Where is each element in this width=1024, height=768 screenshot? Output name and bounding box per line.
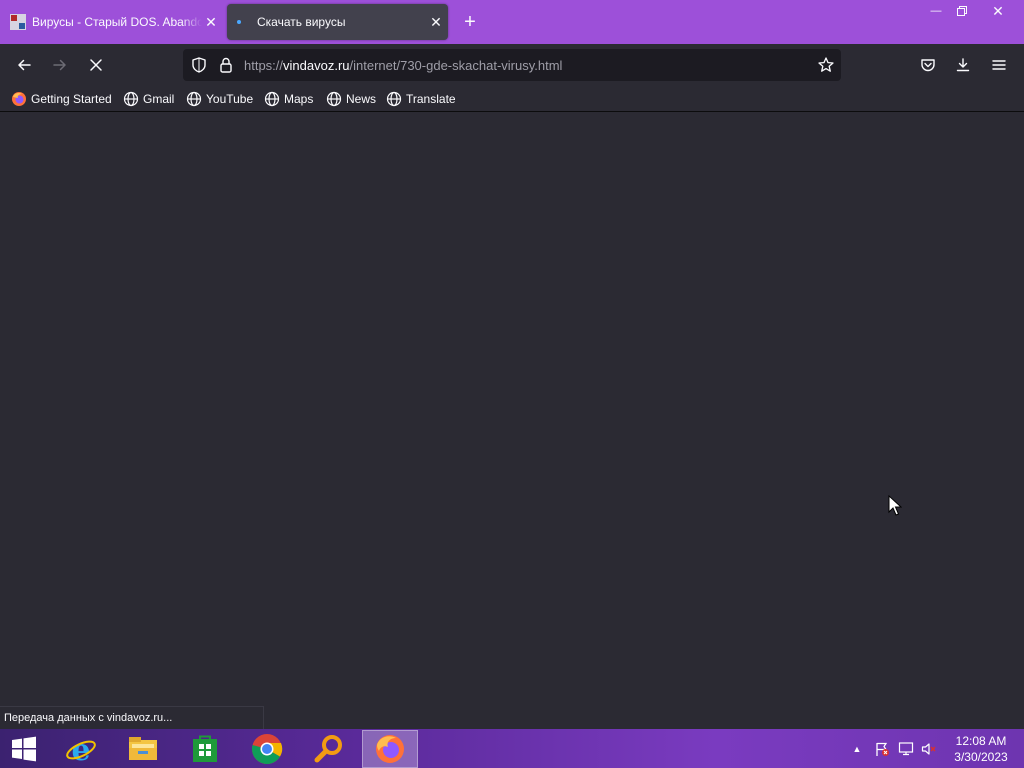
taskbar-file-explorer[interactable] — [115, 730, 171, 768]
globe-icon — [386, 91, 402, 107]
globe-icon — [123, 91, 139, 107]
restore-window-button[interactable] — [944, 0, 980, 22]
forward-button[interactable] — [47, 52, 73, 78]
globe-icon — [264, 91, 280, 107]
address-bar[interactable]: https://vindavoz.ru/internet/730-gde-ska… — [183, 49, 841, 81]
app-menu-button[interactable] — [986, 52, 1012, 78]
bookmark-translate[interactable]: Translate — [386, 90, 456, 108]
new-tab-button[interactable]: + — [460, 12, 480, 32]
bookmark-star-icon[interactable] — [817, 56, 835, 79]
stop-loading-button[interactable] — [83, 52, 109, 78]
tab-strip: Вирусы - Старый DOS. Abandonware ✕ Скача… — [0, 0, 1024, 44]
taskbar-firefox-active[interactable] — [362, 730, 418, 768]
tab-2-active[interactable]: Скачать вирусы ✕ — [227, 4, 448, 40]
site-favicon — [10, 14, 26, 30]
svg-text:e: e — [71, 733, 90, 765]
url-host: vindavoz.ru — [283, 58, 350, 73]
bookmark-label: Translate — [406, 92, 456, 106]
clock-time: 12:08 AM — [955, 734, 1007, 748]
pocket-icon — [921, 59, 935, 72]
action-center-flag-icon[interactable] — [874, 729, 890, 768]
bookmark-label: Maps — [284, 92, 314, 106]
page-content-area[interactable] — [0, 113, 1024, 729]
bookmark-youtube[interactable]: YouTube — [186, 90, 253, 108]
globe-icon — [326, 91, 342, 107]
internet-explorer-icon: e — [66, 733, 96, 765]
bookmark-news[interactable]: News — [326, 90, 376, 108]
url-scheme: https:// — [244, 58, 284, 73]
close-tab-icon[interactable]: ✕ — [204, 15, 218, 29]
url-path: /internet/730-gde-skachat-virusy.html — [349, 58, 563, 73]
close-icon — [90, 59, 102, 71]
taskbar-store[interactable] — [177, 730, 233, 768]
globe-icon — [186, 91, 202, 107]
firefox-icon — [376, 735, 404, 763]
arrow-right-icon — [53, 59, 66, 71]
start-button[interactable] — [0, 730, 48, 768]
firefox-icon — [11, 91, 27, 107]
bookmark-getting-started[interactable]: Getting Started — [11, 90, 112, 108]
show-hidden-icons-button[interactable]: ▲ — [850, 729, 864, 768]
url-text[interactable]: https://vindavoz.ru/internet/730-gde-ska… — [244, 58, 562, 73]
bookmark-maps[interactable]: Maps — [264, 90, 313, 108]
mouse-cursor-icon — [888, 494, 903, 522]
pocket-button[interactable] — [915, 52, 941, 78]
tab-1[interactable]: Вирусы - Старый DOS. Abandonware ✕ — [0, 0, 218, 44]
tab-title: Скачать вирусы — [257, 15, 346, 29]
clock-date: 3/30/2023 — [954, 750, 1008, 764]
folder-icon — [129, 737, 157, 760]
volume-muted-icon[interactable] — [921, 729, 937, 768]
magnifier-icon — [314, 735, 342, 763]
taskbar-chrome[interactable] — [239, 730, 295, 768]
store-icon — [193, 735, 217, 762]
status-panel: Передача данных с vindavoz.ru... — [0, 706, 264, 729]
tracking-protection-shield-icon[interactable] — [190, 56, 208, 79]
downloads-button[interactable] — [950, 52, 976, 78]
download-icon — [956, 58, 970, 72]
bookmark-gmail[interactable]: Gmail — [123, 90, 174, 108]
bookmark-label: YouTube — [206, 92, 254, 106]
taskbar-internet-explorer[interactable]: e — [53, 730, 109, 768]
chrome-icon — [251, 734, 283, 765]
system-clock[interactable]: 12:08 AM 3/30/2023 — [946, 733, 1016, 765]
close-window-button[interactable]: ✕ — [980, 0, 1016, 22]
restore-icon — [957, 6, 967, 17]
tab-title: Вирусы - Старый DOS. Abandonware — [32, 15, 202, 29]
taskbar-search-app[interactable] — [301, 730, 357, 768]
hamburger-menu-icon — [992, 60, 1006, 70]
network-icon[interactable] — [898, 729, 914, 768]
windows-logo-icon — [12, 736, 36, 762]
bookmarks-toolbar: Getting Started Gmail YouTube Maps News … — [0, 86, 1024, 112]
back-button[interactable] — [11, 52, 37, 78]
loading-indicator-icon — [237, 20, 241, 24]
lock-icon[interactable] — [217, 56, 235, 79]
arrow-left-icon — [18, 59, 31, 71]
close-tab-icon[interactable]: ✕ — [429, 15, 443, 29]
bookmark-label: Getting Started — [31, 92, 112, 106]
bookmark-label: Gmail — [143, 92, 175, 106]
taskbar: e ▲ 12:08 AM 3/30/2023 — [0, 729, 1024, 768]
navigation-toolbar: https://vindavoz.ru/internet/730-gde-ska… — [0, 44, 1024, 86]
bookmark-label: News — [346, 92, 377, 106]
